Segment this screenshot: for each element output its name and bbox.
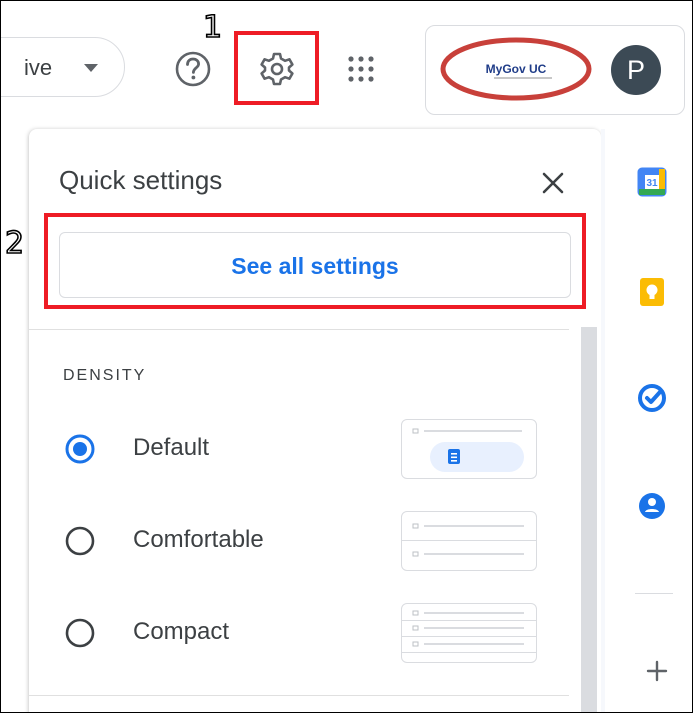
close-icon [542,172,564,194]
org-logo-text: MyGov UC [486,62,547,76]
density-preview-comfortable [401,511,537,571]
calendar-day: 31 [646,178,658,189]
density-heading: DENSITY [63,367,147,384]
radio-unselected-icon[interactable] [63,524,97,558]
status-dropdown[interactable]: ive [1,37,125,97]
contacts-icon [639,493,665,519]
density-option-comfortable[interactable]: Comfortable [63,511,537,571]
keep-app-button[interactable] [637,277,667,307]
annotation-box-settings [234,31,319,105]
screen: ive MyGov UC P 1 Quick settings See all … [0,0,693,713]
calendar-icon: 31 [637,167,667,197]
density-option-label: Compact [133,618,230,645]
divider [29,695,569,696]
top-bar: ive MyGov UC P [1,1,692,129]
density-preview-comfortable-icon [402,523,536,557]
divider [29,329,569,330]
plus-icon [646,660,668,682]
density-preview-default [401,419,537,479]
density-preview-compact-icon [402,610,536,653]
annotation-number-2: 2 [4,226,25,261]
help-icon [175,51,211,87]
caret-down-icon [84,64,98,72]
status-dropdown-label: ive [24,55,53,80]
apps-grid-icon [348,56,374,82]
close-button[interactable] [533,163,573,203]
org-logo: MyGov UC [440,37,592,101]
account-switcher[interactable]: MyGov UC P [425,25,685,115]
density-option-default[interactable]: Default [63,419,537,479]
panel-title: Quick settings [59,165,223,195]
contacts-app-button[interactable] [637,491,667,521]
radio-selected-icon[interactable] [63,432,97,466]
density-option-label: Default [133,434,210,461]
density-preview-compact [401,603,537,663]
tasks-icon [638,384,666,412]
annotation-number-1: 1 [202,10,223,45]
google-apps-button[interactable] [339,47,383,91]
divider [635,593,673,594]
radio-unselected-icon[interactable] [63,616,97,650]
add-addon-button[interactable] [643,657,671,685]
density-preview-default-icon [412,428,524,472]
tasks-app-button[interactable] [637,383,667,413]
help-button[interactable] [171,47,215,91]
scrollbar[interactable] [581,327,597,712]
avatar[interactable]: P [611,45,661,95]
keep-icon [640,278,664,306]
density-option-compact[interactable]: Compact [63,603,537,663]
annotation-box-see-all-settings [44,213,586,309]
density-option-label: Comfortable [133,526,264,553]
side-panel-rail: 31 [605,129,692,712]
calendar-app-button[interactable]: 31 [637,167,667,197]
